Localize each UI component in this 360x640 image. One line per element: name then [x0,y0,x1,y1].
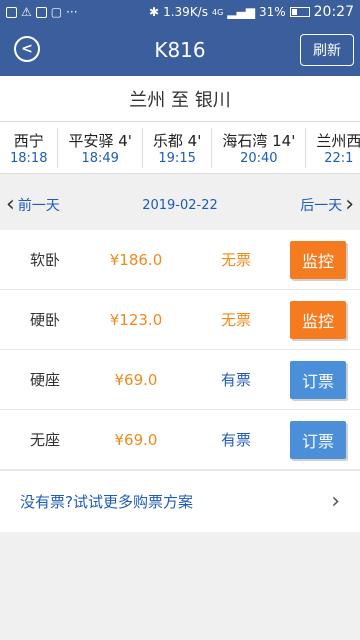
seat-price: ¥69.0 [114,430,158,449]
chat-icon: ▢ [50,5,63,19]
seat-type: 硬卧 [29,311,60,329]
back-button[interactable]: < [14,36,40,62]
notification-icons: ⚠ ▢ ··· [6,5,78,19]
station-name: 西宁 [13,131,44,150]
station-item[interactable]: 海石湾 14' 20:40 [212,127,307,168]
seat-price: ¥123.0 [109,310,163,329]
next-day-label: 后一天 [300,198,343,214]
network-speed: 1.39K/s [163,5,208,19]
network-type: 4G [211,7,224,17]
battery-percent: 31% [258,5,286,19]
station-time: 20:40 [240,150,278,166]
seat-list: 软卧 ¥186.0 无票 监控 硬卧 ¥123.0 无票 监控 硬座 ¥69.0… [0,230,360,470]
status-bar: ⚠ ▢ ··· ✱ 1.39K/s 4G ▂▄▆ 31% 20:27 [0,0,360,24]
book-button[interactable]: 订票 [290,420,346,459]
station-item[interactable]: 西宁 18:18 [0,127,59,168]
station-time: 18:18 [10,150,48,166]
station-item[interactable]: 乐都 4' 19:15 [143,127,213,168]
seat-price: ¥186.0 [109,250,163,269]
station-time: 19:15 [158,150,196,166]
station-time: 18:49 [81,150,119,166]
selected-date[interactable]: 2019-02-22 [60,198,300,213]
seat-type: 硬座 [29,371,60,389]
seat-availability: 无票 [220,251,251,269]
signal-icon: ▂▄▆ [227,5,255,19]
message-icon [35,6,47,18]
more-options-link[interactable]: 没有票?试试更多购票方案 › [0,470,360,532]
seat-type: 无座 [29,431,60,449]
station-item[interactable]: 兰州西 22:1 [306,128,360,168]
next-day-button[interactable]: 后一天 › [300,194,354,216]
seat-type: 软卧 [29,251,60,269]
bluetooth-icon: ✱ [149,5,160,19]
seat-row: 软卧 ¥186.0 无票 监控 [0,230,360,290]
battery-icon [289,7,310,17]
chevron-left-icon: ‹ [6,192,15,217]
more-options-label: 没有票?试试更多购票方案 [20,493,193,511]
prev-day-button[interactable]: ‹ 前一天 [6,194,60,216]
seat-row: 无座 ¥69.0 有票 订票 [0,410,360,470]
chevron-right-icon: › [331,489,340,514]
refresh-button[interactable]: 刷新 [300,34,354,66]
seat-availability: 有票 [220,371,251,389]
warning-icon: ⚠ [21,5,32,19]
seat-row: 硬座 ¥69.0 有票 订票 [0,350,360,410]
prev-day-label: 前一天 [17,198,60,214]
station-name: 海石湾 14' [222,131,296,150]
station-strip[interactable]: 西宁 18:18 平安驿 4' 18:49 乐都 4' 19:15 海石湾 14… [0,122,360,174]
station-item[interactable]: 平安驿 4' 18:49 [58,127,143,168]
station-name: 兰州西 [316,131,360,150]
clock: 20:27 [313,4,354,20]
seat-availability: 无票 [220,311,251,329]
station-name: 乐都 4' [152,131,202,150]
station-time: 22:1 [324,150,354,166]
monitor-button[interactable]: 监控 [290,300,346,339]
more-dots-icon: ··· [66,5,78,19]
image-icon [6,6,17,18]
app-bar: < K816 刷新 [0,24,360,76]
station-name: 平安驿 4' [68,131,132,150]
chevron-left-icon: < [21,41,33,57]
route-title: 兰州 至 银川 [0,76,360,122]
seat-availability: 有票 [220,431,251,449]
monitor-button[interactable]: 监控 [290,240,346,279]
chevron-right-icon: › [345,192,354,217]
book-button[interactable]: 订票 [290,360,346,399]
seat-row: 硬卧 ¥123.0 无票 监控 [0,290,360,350]
date-bar: ‹ 前一天 2019-02-22 后一天 › [0,180,360,230]
seat-price: ¥69.0 [114,370,158,389]
